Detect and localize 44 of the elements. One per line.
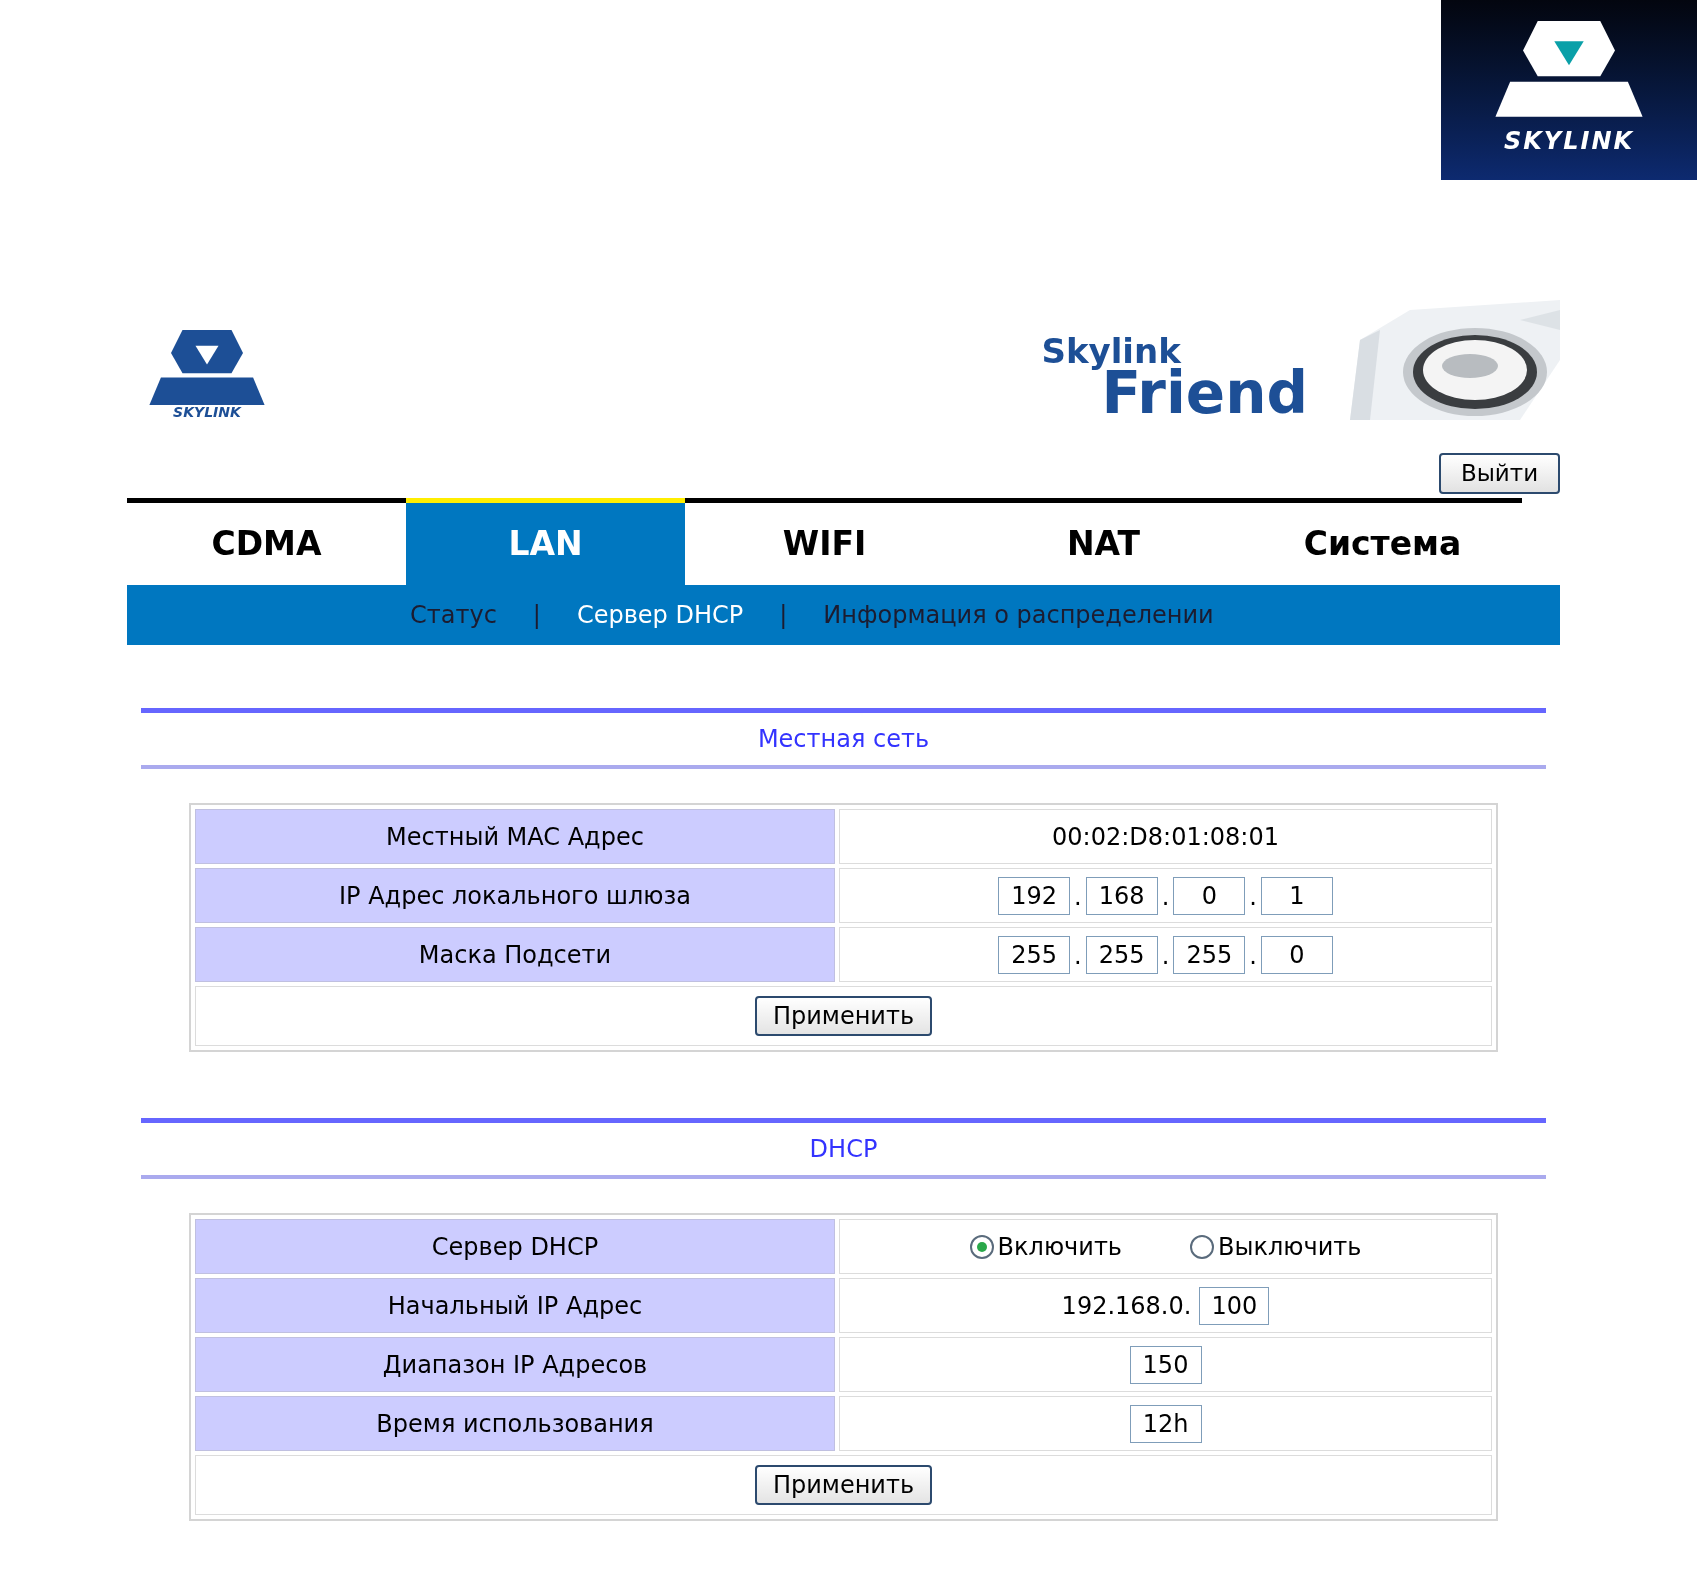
dot-separator: .: [1161, 940, 1170, 972]
dot-separator: .: [1161, 881, 1170, 913]
sub-nav-link[interactable]: Информация о распределении: [823, 597, 1214, 633]
label-cell: Маска Подсети: [195, 927, 835, 982]
dot-separator: .: [1074, 940, 1082, 972]
dot-separator: .: [1249, 881, 1257, 913]
radio-button[interactable]: [969, 1234, 994, 1259]
apply-button[interactable]: Применить: [754, 996, 933, 1036]
apply-button[interactable]: Применить: [754, 1465, 933, 1505]
text-field[interactable]: 255: [998, 935, 1071, 974]
section-title: Местная сеть: [757, 724, 930, 755]
separator: |: [779, 600, 788, 631]
text-field[interactable]: 255: [1173, 935, 1246, 974]
label-cell: Начальный IP Адрес: [195, 1278, 835, 1333]
logo-wordmark: SKYLINK: [1503, 125, 1635, 157]
text-field[interactable]: 150: [1129, 1345, 1202, 1384]
dot-separator: .: [1074, 881, 1082, 913]
logo-wordmark: SKYLINK: [173, 404, 241, 419]
label-cell: Диапазон IP Адресов: [195, 1337, 835, 1392]
text-field[interactable]: 192: [998, 876, 1071, 915]
logout-button[interactable]: Выйти: [1439, 453, 1560, 494]
value-text: 00:02:D8:01:08:01: [1052, 821, 1279, 853]
text-field[interactable]: 12h: [1129, 1404, 1202, 1443]
sub-nav-link[interactable]: Сервер DHCP: [576, 597, 744, 633]
text-field[interactable]: 0: [1260, 935, 1333, 974]
text-field[interactable]: 100: [1199, 1286, 1270, 1325]
radio-label: Выключить: [1218, 1231, 1362, 1263]
text-field[interactable]: 168: [1085, 876, 1158, 915]
text-field[interactable]: 0: [1173, 876, 1246, 915]
dot-separator: .: [1249, 940, 1257, 972]
nav-tab[interactable]: LAN: [406, 498, 685, 585]
text-field[interactable]: 1: [1260, 876, 1333, 915]
label-cell: IP Адрес локального шлюза: [195, 868, 835, 923]
label-cell: Местный MAC Адрес: [195, 809, 835, 864]
section-title: DHCP: [809, 1134, 878, 1165]
banner-title: Skylink: [1041, 334, 1181, 368]
text-field[interactable]: 255: [1085, 935, 1158, 974]
radio-label: Включить: [997, 1231, 1122, 1263]
sub-nav-link[interactable]: Статус: [410, 597, 497, 633]
ip-prefix: 192.168.0.: [1061, 1290, 1192, 1322]
label-cell: Время использования: [195, 1396, 835, 1451]
separator: |: [532, 600, 541, 631]
label-cell: Сервер DHCP: [195, 1219, 835, 1274]
radio-button[interactable]: [1190, 1234, 1214, 1259]
